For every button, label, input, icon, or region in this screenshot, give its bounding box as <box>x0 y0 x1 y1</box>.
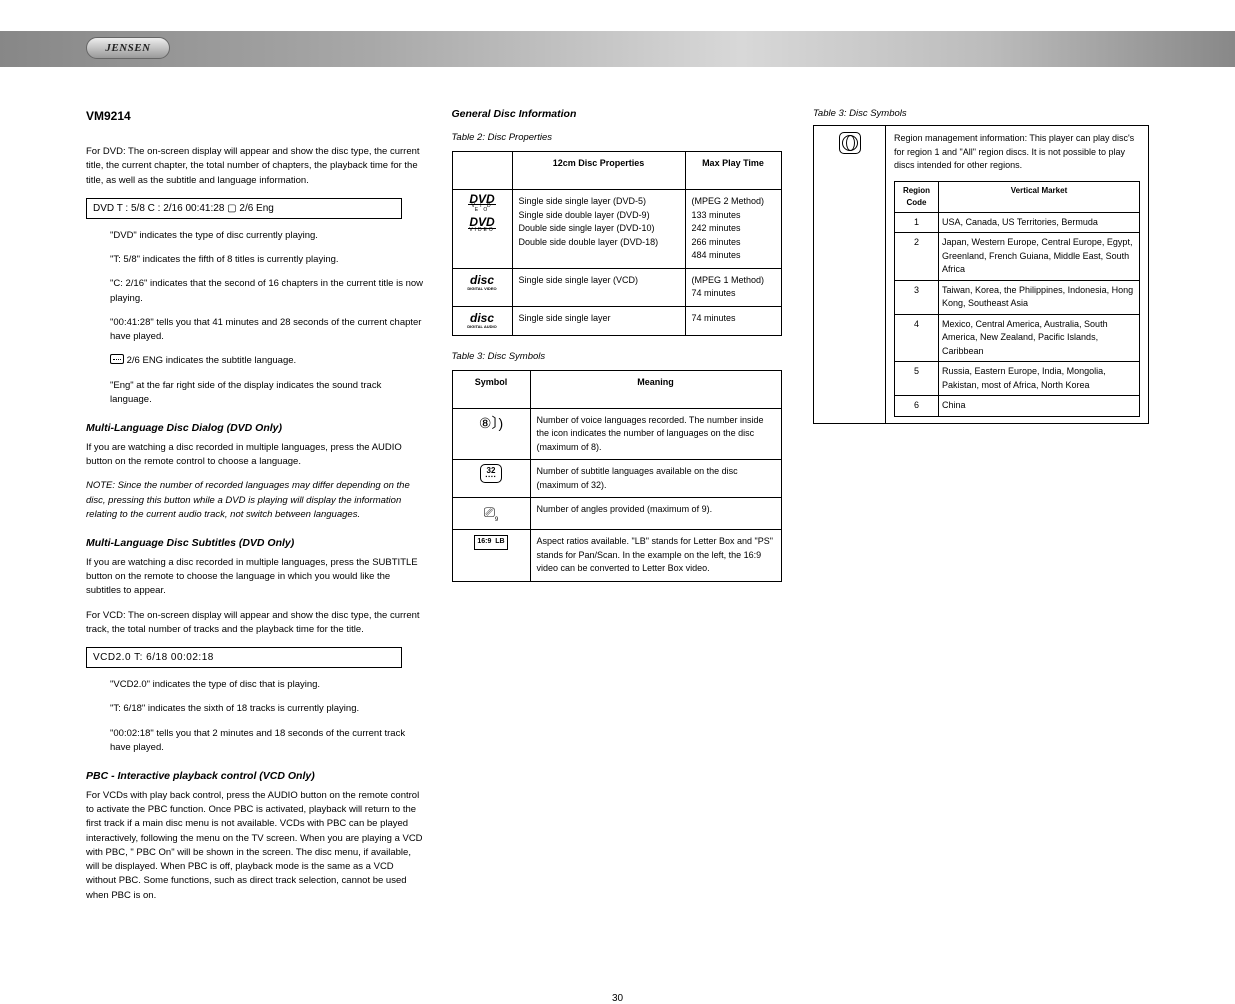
dvd-legend-5: 2/6 ENG indicates the subtitle language. <box>110 354 426 368</box>
table-row: 16:9 LB Aspect ratios available. "LB" st… <box>452 530 781 582</box>
vcd-times: (MPEG 1 Method) 74 minutes <box>685 268 781 306</box>
dvd-osd-intro: For DVD: The on-screen display will appe… <box>86 145 426 188</box>
vcd-legend-2: "T: 6/18" indicates the sixth of 18 trac… <box>110 702 426 716</box>
table-row: 5Russia, Eastern Europe, India, Mongolia… <box>895 362 1140 396</box>
vcd-legend-3: "00:02:18" tells you that 2 minutes and … <box>110 727 426 756</box>
dvd-osd-example: DVD T : 5/8 C : 2/16 00:41:28 ▢ 2/6 Eng <box>86 198 402 219</box>
dvd-logo-icon: VIDEO <box>459 218 506 232</box>
globe-all-icon <box>839 132 861 154</box>
table-row: 6China <box>895 396 1140 417</box>
cd-times: 74 minutes <box>685 306 781 335</box>
aspect-ratio-text: Aspect ratios available. "LB" stands for… <box>530 530 781 582</box>
table2-caption: Table 2: Disc Properties <box>452 131 788 145</box>
vcd-legend-1: "VCD2.0" indicates the type of disc that… <box>110 678 426 692</box>
dvd-legend-3: "C: 2/16" indicates that the second of 1… <box>110 277 426 306</box>
table-header-row: Region Code Vertical Market <box>895 181 1140 212</box>
subtitle-section-title: Multi-Language Disc Subtitles (DVD Only) <box>86 536 426 552</box>
table-row: ⑧〕) Number of voice languages recorded. … <box>452 408 781 460</box>
dvd-video-logo-icon: V I D E O <box>459 195 506 212</box>
table-row: discDIGITAL AUDIO Single side single lay… <box>452 306 781 335</box>
region-meaning: Region management information: This play… <box>886 126 1149 424</box>
model-number: VM9214 <box>86 107 426 125</box>
col-meaning: Meaning <box>530 370 781 408</box>
table3-caption: Table 3: Disc Symbols <box>452 350 788 364</box>
angle-icon: ⎚9 <box>452 498 530 530</box>
column-2: General Disc Information Table 2: Disc P… <box>452 107 788 913</box>
general-disc-title: General Disc Information <box>452 107 788 123</box>
compact-disc-digital-audio-icon: discDIGITAL AUDIO <box>459 312 506 330</box>
vcd-icon-cell: discDIGITAL VIDEO <box>452 268 512 306</box>
compact-disc-digital-video-icon: discDIGITAL VIDEO <box>459 274 506 292</box>
subtitle-count-icon: 32▪▪▪▪ <box>452 460 530 498</box>
table-row: 2Japan, Western Europe, Central Europe, … <box>895 233 1140 281</box>
vcd-props: Single side single layer (VCD) <box>512 268 685 306</box>
aspect-ratio-icon: 16:9 LB <box>452 530 530 582</box>
page-number: 30 <box>0 993 1235 1004</box>
column-3: Table 3: Disc Symbols Region management … <box>813 107 1149 913</box>
cd-icon-cell: discDIGITAL AUDIO <box>452 306 512 335</box>
column-1: VM9214 For DVD: The on-screen display wi… <box>86 107 426 913</box>
col-playtime: Max Play Time <box>685 152 781 190</box>
region-table: Region management information: This play… <box>813 125 1149 424</box>
table-row: 4Mexico, Central America, Australia, Sou… <box>895 314 1140 362</box>
table-row: 3Taiwan, Korea, the Philippines, Indones… <box>895 280 1140 314</box>
brand-logo: JENSEN <box>86 37 170 59</box>
table-header-row: 12cm Disc Properties Max Play Time <box>452 152 781 190</box>
table-row: 32▪▪▪▪ Number of subtitle languages avai… <box>452 460 781 498</box>
vcd-osd-intro: For VCD: The on-screen display will appe… <box>86 609 426 638</box>
col-vertical-market: Vertical Market <box>939 181 1140 212</box>
col-properties: 12cm Disc Properties <box>512 152 685 190</box>
subtitle-icon <box>110 354 124 364</box>
pbc-text: For VCDs with play back control, press t… <box>86 789 426 903</box>
angle-text: Number of angles provided (maximum of 9)… <box>530 498 781 530</box>
col-symbol <box>452 152 512 190</box>
disc-properties-table: 12cm Disc Properties Max Play Time V I D… <box>452 151 782 336</box>
cd-props: Single side single layer <box>512 306 685 335</box>
table3-caption-cont: Table 3: Disc Symbols <box>813 107 1149 121</box>
multilang-note: NOTE: Since the number of recorded langu… <box>86 479 426 522</box>
brand-text: JENSEN <box>105 42 150 54</box>
page-body: VM9214 For DVD: The on-screen display wi… <box>0 67 1235 973</box>
vcd-osd-example: VCD2.0 T: 6/18 00:02:18 <box>86 647 402 668</box>
dvd-legend-2: "T: 5/8" indicates the fifth of 8 titles… <box>110 253 426 267</box>
pbc-title: PBC - Interactive playback control (VCD … <box>86 769 426 785</box>
subtitle-count-text: Number of subtitle languages available o… <box>530 460 781 498</box>
dvd-legend-1: "DVD" indicates the type of disc current… <box>110 229 426 243</box>
region-globe-cell <box>814 126 886 424</box>
disc-symbols-table: Symbol Meaning ⑧〕) Number of voice langu… <box>452 370 782 582</box>
dvd-props: Single side single layer (DVD-5) Single … <box>512 190 685 269</box>
dvd-times: (MPEG 2 Method) 133 minutes 242 minutes … <box>685 190 781 269</box>
col-region-code: Region Code <box>895 181 939 212</box>
table-row: Region management information: This play… <box>814 126 1149 424</box>
multilang-text: If you are watching a disc recorded in m… <box>86 441 426 470</box>
table-header-row: Symbol Meaning <box>452 370 781 408</box>
table-row: ⎚9 Number of angles provided (maximum of… <box>452 498 781 530</box>
header-bar: JENSEN <box>0 31 1235 67</box>
voice-languages-text: Number of voice languages recorded. The … <box>530 408 781 460</box>
table-row: V I D E O VIDEO Single side single layer… <box>452 190 781 269</box>
table-row: 1USA, Canada, US Territories, Bermuda <box>895 212 1140 233</box>
region-inner-table: Region Code Vertical Market 1USA, Canada… <box>894 181 1140 417</box>
dvd-legend-6: "Eng" at the far right side of the displ… <box>110 379 426 408</box>
table-row: discDIGITAL VIDEO Single side single lay… <box>452 268 781 306</box>
subtitle-section-text: If you are watching a disc recorded in m… <box>86 556 426 599</box>
voice-languages-icon: ⑧〕) <box>452 408 530 460</box>
dvd-legend-4: "00:41:28" tells you that 41 minutes and… <box>110 316 426 345</box>
multilang-title: Multi-Language Disc Dialog (DVD Only) <box>86 421 426 437</box>
col-symbol: Symbol <box>452 370 530 408</box>
dvd-icons-cell: V I D E O VIDEO <box>452 190 512 269</box>
